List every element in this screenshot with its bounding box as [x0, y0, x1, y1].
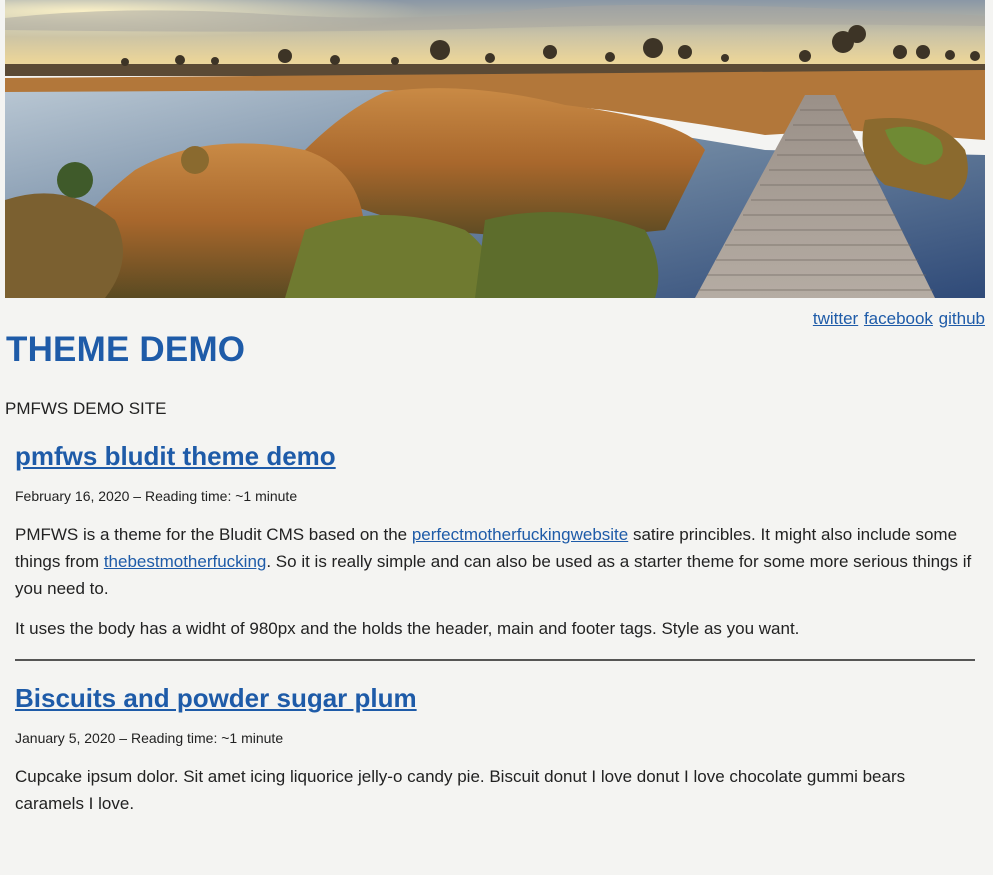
- github-link[interactable]: github: [939, 309, 985, 328]
- post-meta: February 16, 2020 – Reading time: ~1 min…: [15, 488, 298, 504]
- post-article: Biscuits and powder sugar plum January 5…: [15, 681, 975, 817]
- post-paragraph: PMFWS is a theme for the Bludit CMS base…: [15, 521, 975, 602]
- post-meta: January 5, 2020 – Reading time: ~1 minut…: [15, 730, 284, 746]
- thebestmotherfucking-link[interactable]: thebestmotherfucking: [104, 552, 267, 571]
- site-tagline: PMFWS DEMO SITE: [5, 399, 167, 418]
- main-content: pmfws bludit theme demo February 16, 202…: [5, 439, 985, 817]
- post-title-link[interactable]: pmfws bludit theme demo: [15, 441, 336, 471]
- post-title: pmfws bludit theme demo: [15, 439, 975, 473]
- perfectmotherfuckingwebsite-link[interactable]: perfectmotherfuckingwebsite: [412, 525, 628, 544]
- site-header: twitter facebook github THEME DEMO PMFWS…: [5, 0, 985, 419]
- social-links: twitter facebook github: [5, 309, 985, 329]
- header-banner-image: [5, 0, 985, 298]
- post-body: PMFWS is a theme for the Bludit CMS base…: [15, 521, 975, 642]
- post-divider: [15, 659, 975, 661]
- post-title-link[interactable]: Biscuits and powder sugar plum: [15, 683, 417, 713]
- page: twitter facebook github THEME DEMO PMFWS…: [5, 0, 985, 817]
- twitter-link[interactable]: twitter: [813, 309, 858, 328]
- post-title: Biscuits and powder sugar plum: [15, 681, 975, 715]
- paragraph-text: PMFWS is a theme for the Bludit CMS base…: [15, 525, 412, 544]
- site-title: THEME DEMO: [6, 330, 246, 369]
- facebook-link[interactable]: facebook: [864, 309, 933, 328]
- post-paragraph: It uses the body has a widht of 980px an…: [15, 619, 800, 638]
- post-paragraph: Cupcake ipsum dolor. Sit amet icing liqu…: [15, 767, 906, 813]
- post-body: Cupcake ipsum dolor. Sit amet icing liqu…: [15, 763, 975, 817]
- post-article: pmfws bludit theme demo February 16, 202…: [15, 439, 975, 642]
